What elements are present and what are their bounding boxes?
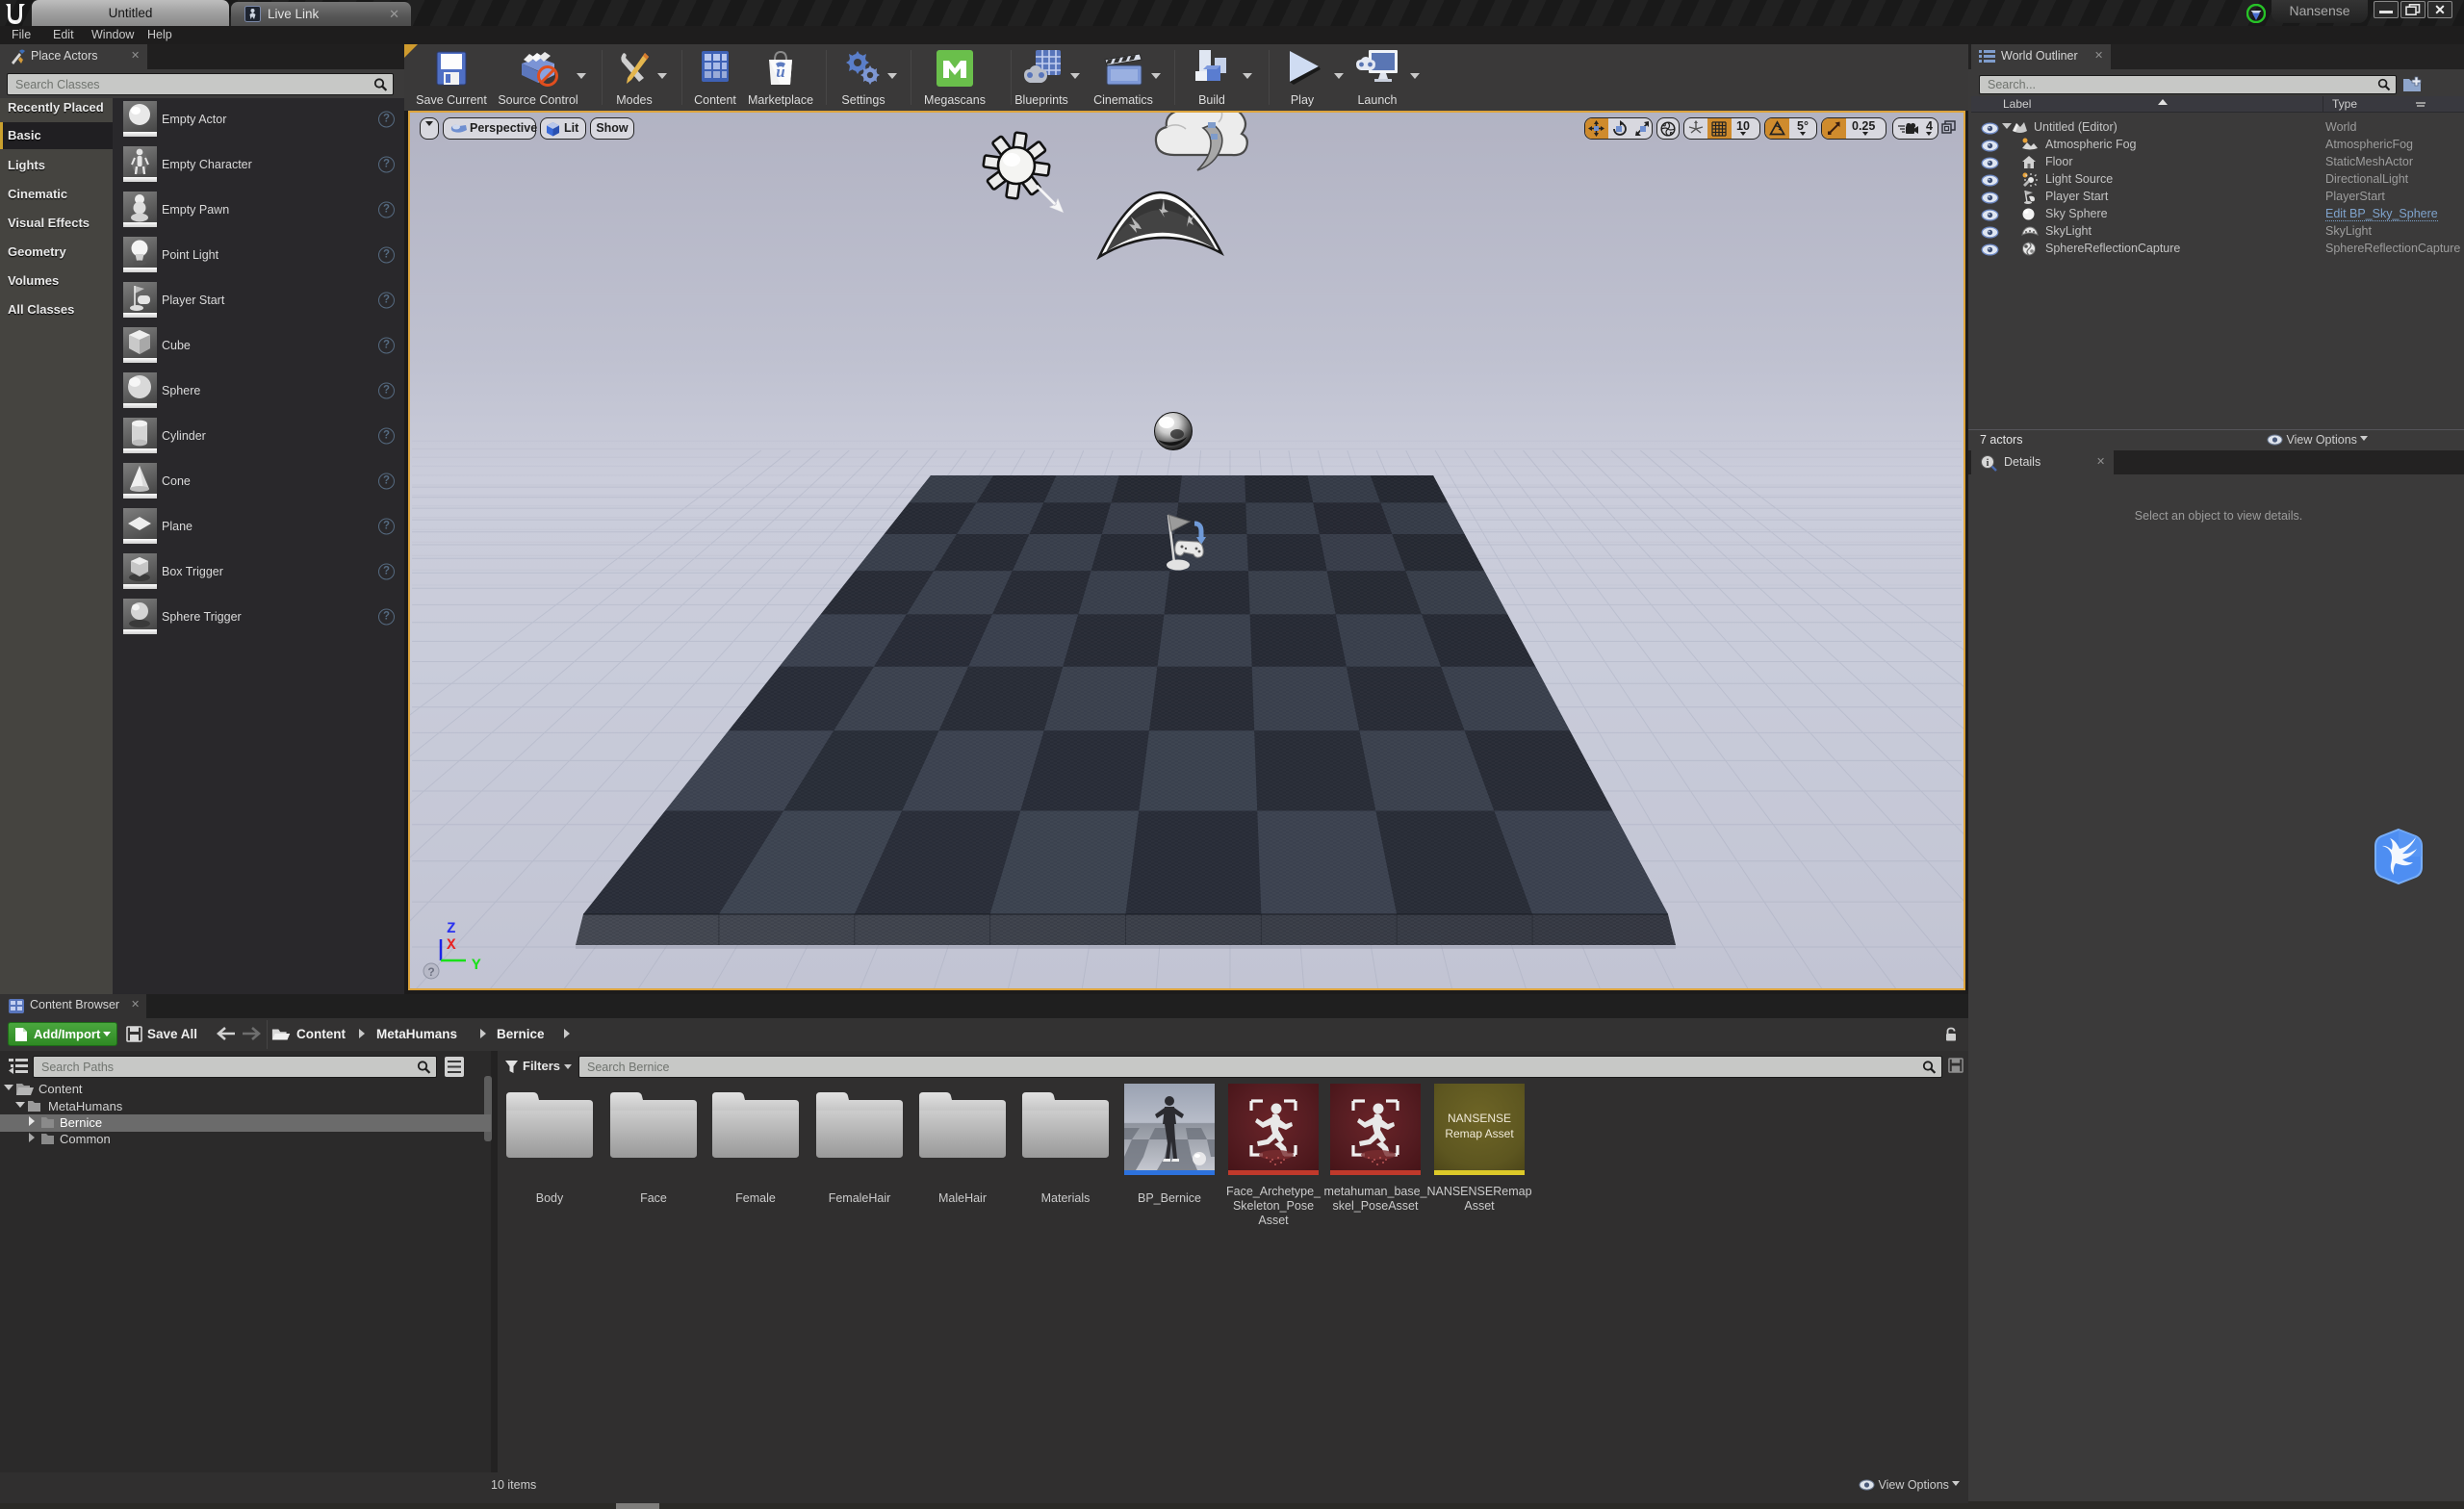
svg-text:?: ?	[427, 965, 434, 979]
svg-text:X: X	[447, 936, 456, 954]
svg-text:Z: Z	[447, 920, 456, 937]
svg-text:Y: Y	[472, 957, 481, 974]
svg-text:i: i	[1987, 458, 1989, 469]
